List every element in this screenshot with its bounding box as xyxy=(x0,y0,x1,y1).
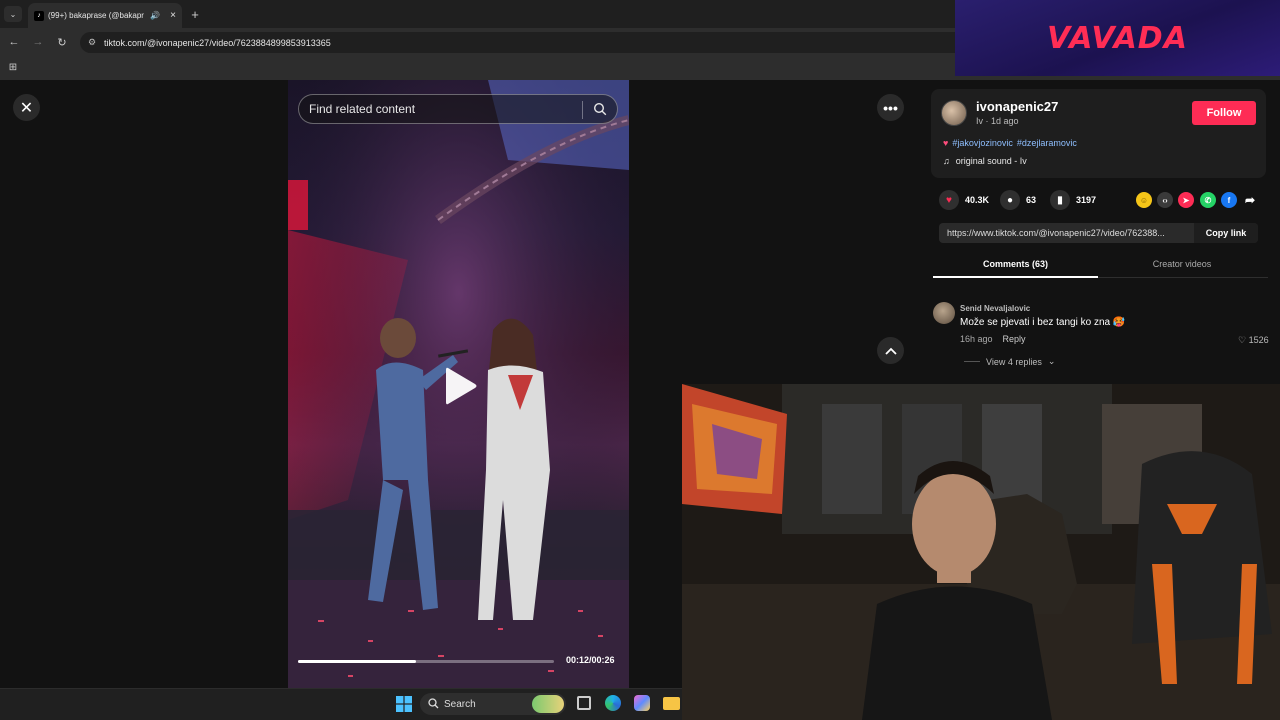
author-avatar[interactable] xyxy=(941,100,967,126)
tab-active-indicator xyxy=(933,276,1098,278)
play-icon[interactable] xyxy=(440,364,480,408)
streamer-webcam-image xyxy=(682,384,1280,720)
comment-text: Može se pjevati i bez tangi ko zna 🥵 xyxy=(960,317,1126,328)
close-button[interactable]: ✕ xyxy=(13,94,40,121)
progress-fill xyxy=(298,660,416,663)
ad-banner[interactable]: VAVADA xyxy=(955,0,1280,76)
embed-code-icon[interactable]: ‹› xyxy=(1157,192,1173,208)
replies-divider xyxy=(964,361,980,362)
sound-name: original sound - Iv xyxy=(955,156,1027,166)
post-sound[interactable]: ♫ original sound - Iv xyxy=(943,156,1027,166)
save-count: 3197 xyxy=(1076,195,1097,205)
bookmark-icon: ▮ xyxy=(1050,190,1070,210)
save-stat[interactable]: ▮ 3197 xyxy=(1050,190,1096,210)
comment-icon: ● xyxy=(1000,190,1020,210)
chevron-down-icon: ⌄ xyxy=(1047,356,1056,366)
more-options-button[interactable]: ••• xyxy=(877,94,904,121)
whatsapp-icon[interactable]: ✆ xyxy=(1200,192,1216,208)
author-nickname-time: Iv · 1d ago xyxy=(976,116,1019,126)
facebook-icon[interactable]: f xyxy=(1221,192,1237,208)
task-view-icon[interactable] xyxy=(577,696,591,710)
like-stat[interactable]: ♥ 40.3K xyxy=(939,190,989,210)
tab-comments[interactable]: Comments (63) xyxy=(933,259,1098,269)
tiktok-icon: ♪ xyxy=(34,10,44,21)
address-bar[interactable]: ⚙ tiktok.com/@ivonapenic27/video/7623884… xyxy=(80,32,955,53)
reply-button[interactable]: Reply xyxy=(1003,334,1026,344)
comment-meta: 16h ago Reply xyxy=(960,334,1026,344)
like-count: 40.3K xyxy=(965,195,990,205)
find-related-search[interactable]: Find related content xyxy=(298,94,618,124)
search-icon[interactable] xyxy=(593,102,607,116)
tab-tiktok[interactable]: ♪ (99+) bakaprase (@bakapr 🔊 × xyxy=(28,3,182,28)
comment-stat[interactable]: ● 63 xyxy=(1000,190,1036,210)
new-tab-button[interactable]: + xyxy=(188,6,202,22)
comment-count: 63 xyxy=(1026,195,1037,205)
apps-grid-icon[interactable]: ⊞ xyxy=(6,60,20,74)
hashtag-link[interactable]: #dzejlaramovic xyxy=(1017,138,1077,148)
edge-browser-icon[interactable] xyxy=(605,695,621,711)
tab-search-chevron-icon[interactable]: ⌄ xyxy=(4,6,22,22)
search-icon xyxy=(428,698,439,709)
tab-close-icon[interactable]: × xyxy=(170,10,176,21)
share-arrow-icon[interactable]: ➦ xyxy=(1242,192,1258,208)
comment-like-count: 1526 xyxy=(1248,335,1269,345)
previous-video-button[interactable] xyxy=(877,337,904,364)
taskbar-search[interactable]: Search xyxy=(420,693,566,715)
tab-title: (99+) bakaprase (@bakapr xyxy=(48,11,144,20)
speaker-icon[interactable]: 🔊 xyxy=(150,11,160,20)
comment-like[interactable]: ♡ 1526 xyxy=(1238,335,1269,346)
webcam-overlay xyxy=(682,384,1280,720)
commenter-avatar[interactable] xyxy=(933,302,955,324)
heart-outline-icon: ♡ xyxy=(1238,335,1247,345)
reload-icon[interactable]: ↻ xyxy=(54,34,70,50)
copy-link-button[interactable]: Copy link xyxy=(1194,223,1258,243)
comment-time: 16h ago xyxy=(960,334,993,344)
search-placeholder: Find related content xyxy=(309,102,416,116)
view-replies-label: View 4 replies xyxy=(986,356,1042,367)
windows-start-icon[interactable] xyxy=(396,696,412,712)
post-hashtags: ♥ #jakovjozinovic #dzejlaramovic xyxy=(943,138,1077,148)
chevron-up-icon xyxy=(884,347,897,355)
file-explorer-icon[interactable] xyxy=(663,697,680,710)
share-link-box[interactable]: https://www.tiktok.com/@ivonapenic27/vid… xyxy=(939,223,1258,243)
comment-author[interactable]: Senid Nevaljalovic xyxy=(960,304,1030,313)
tab-creator-videos[interactable]: Creator videos xyxy=(1098,259,1266,269)
taskbar-search-label: Search xyxy=(444,698,476,710)
author-username[interactable]: ivonapenic27 xyxy=(976,99,1058,114)
heart-emoji-icon: ♥ xyxy=(943,138,949,148)
back-arrow-icon[interactable]: ← xyxy=(6,34,22,50)
search-highlight-icon xyxy=(532,695,564,713)
follow-button[interactable]: Follow xyxy=(1192,101,1256,125)
video-time: 00:12/00:26 xyxy=(566,655,615,665)
view-replies-button[interactable]: View 4 replies ⌄ xyxy=(964,356,1055,367)
music-note-icon: ♫ xyxy=(943,156,950,166)
address-text: tiktok.com/@ivonapenic27/video/762388489… xyxy=(104,37,331,48)
ad-logo-text: VAVADA xyxy=(1047,20,1188,56)
hashtag-link[interactable]: #jakovjozinovic xyxy=(952,138,1013,148)
heart-icon: ♥ xyxy=(939,190,959,210)
copilot-icon[interactable] xyxy=(634,695,650,711)
share-link-url: https://www.tiktok.com/@ivonapenic27/vid… xyxy=(947,228,1165,238)
friends-share-icon[interactable]: ☺ xyxy=(1136,192,1152,208)
send-icon[interactable]: ➤ xyxy=(1178,192,1194,208)
search-divider xyxy=(582,101,583,119)
site-info-icon[interactable]: ⚙ xyxy=(88,37,96,48)
video-progress-bar[interactable] xyxy=(298,660,554,663)
forward-arrow-icon[interactable]: → xyxy=(30,34,46,50)
